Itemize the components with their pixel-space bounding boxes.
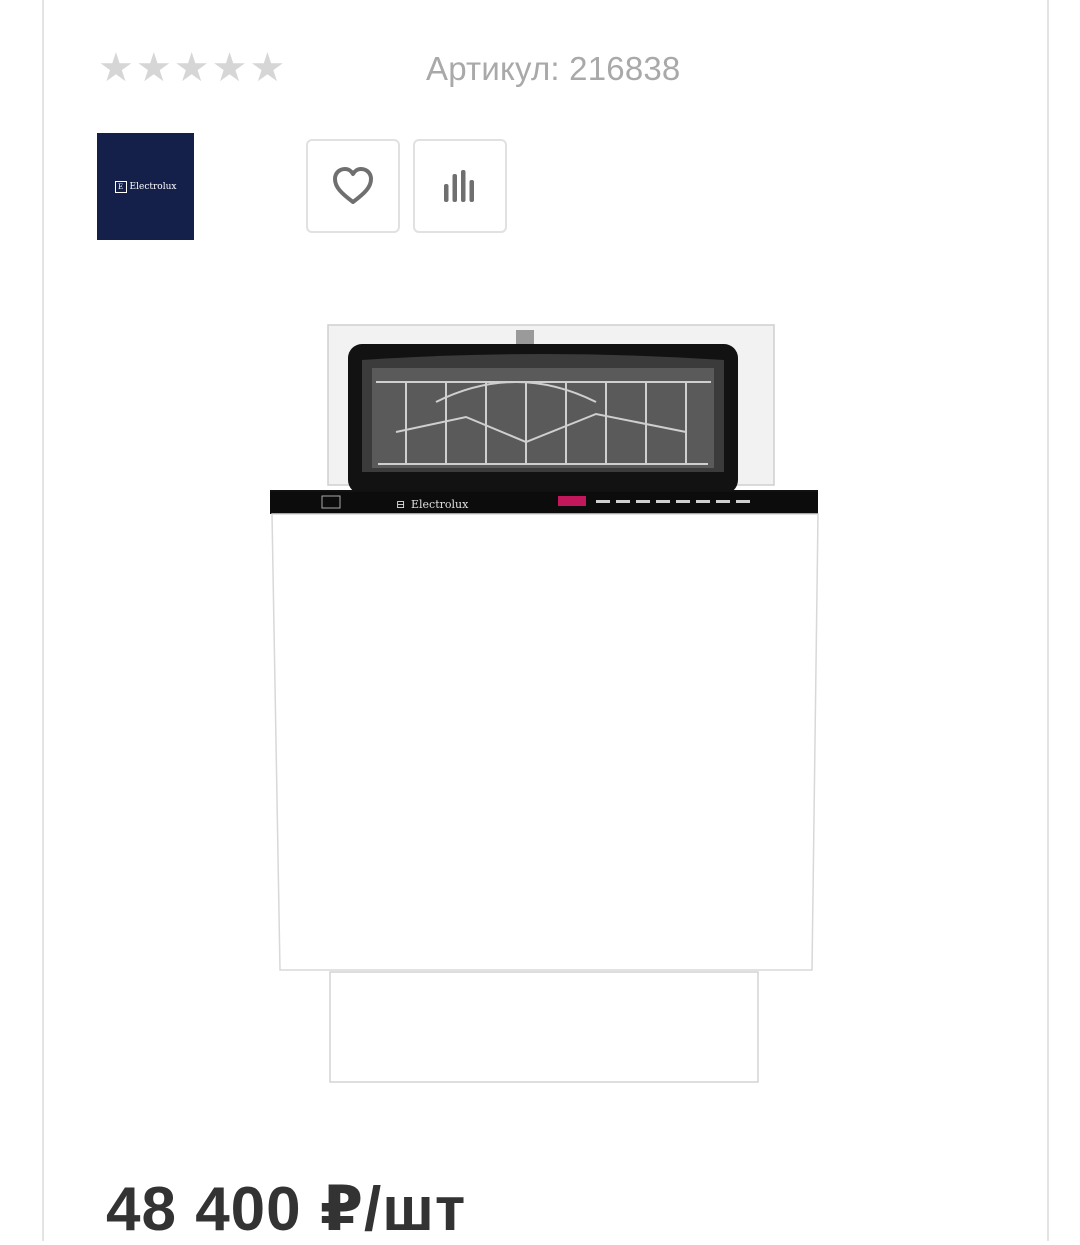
star-icon[interactable]: ★ [249, 46, 285, 90]
star-icon[interactable]: ★ [98, 46, 134, 90]
heart-icon [333, 167, 373, 204]
card-border-left [42, 0, 44, 1241]
card-border-right [1047, 0, 1049, 1241]
star-icon[interactable]: ★ [174, 46, 210, 90]
price: 48 400 ₽/шт [106, 1175, 467, 1244]
panel-brand-text: Electrolux [411, 498, 469, 511]
bar-chart-icon [444, 170, 474, 202]
compare-button[interactable] [413, 139, 507, 233]
sku-label: Артикул: 216838 [426, 50, 681, 87]
brand-logo-text: Electrolux [129, 181, 177, 192]
star-icon[interactable]: ★ [136, 46, 172, 90]
rating-stars[interactable]: ★ ★ ★ ★ ★ [98, 46, 285, 90]
svg-text:⊟: ⊟ [396, 498, 405, 511]
add-to-favorites-button[interactable] [306, 139, 400, 233]
star-icon[interactable]: ★ [212, 46, 248, 90]
brand-logo[interactable]: E Electrolux [97, 133, 194, 240]
brand-logo-mark: E Electrolux [114, 180, 177, 193]
product-image[interactable]: ⊟ Electrolux [266, 322, 826, 1087]
electrolux-icon: E [114, 180, 127, 193]
